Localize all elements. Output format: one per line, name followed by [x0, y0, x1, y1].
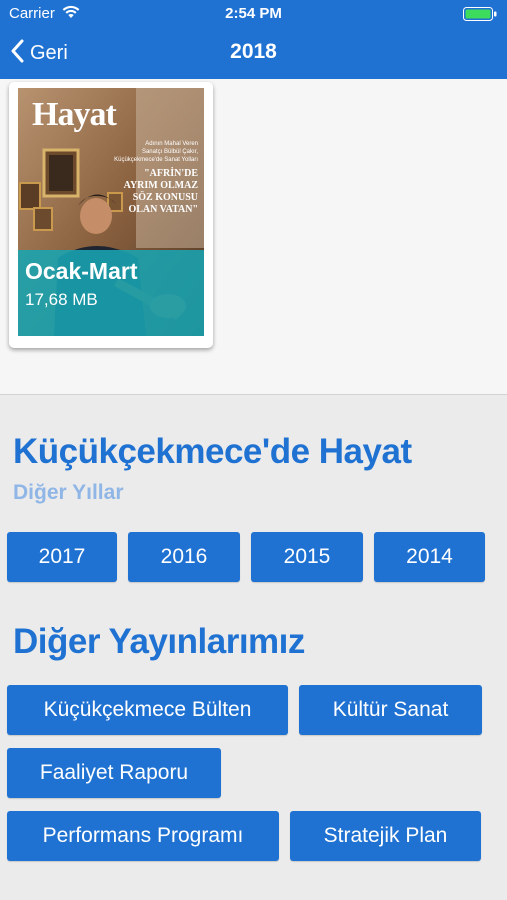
cover-logo: Hayat: [32, 96, 117, 133]
publication-button-stratejik-plan[interactable]: Stratejik Plan: [290, 811, 481, 861]
issue-card[interactable]: Hayat Adının Mahal Veren Sanatçı Bülbül …: [9, 82, 213, 348]
cover-headline-line: SÖZ KONUSU: [132, 192, 198, 203]
cover-tagline-line: Sanatçı Bülbül Çakır,: [141, 149, 198, 155]
other-years-subheading: Diğer Yıllar: [13, 481, 124, 504]
issue-title: Ocak-Mart: [25, 258, 138, 284]
cover-headline-line: OLAN VATAN": [128, 204, 198, 215]
year-button-2016[interactable]: 2016: [128, 532, 240, 582]
publication-button-kultur-sanat[interactable]: Kültür Sanat: [299, 685, 482, 735]
cover-headline-line: "AFRİN'DE: [144, 168, 198, 179]
magazine-heading: Küçükçekmece'de Hayat: [13, 432, 412, 471]
year-button-2014[interactable]: 2014: [374, 532, 485, 582]
issues-shelf: Hayat Adının Mahal Veren Sanatçı Bülbül …: [0, 79, 507, 395]
page-title: 2018: [230, 40, 277, 63]
year-button-2015[interactable]: 2015: [251, 532, 363, 582]
issue-file-size: 17,68 MB: [25, 290, 98, 309]
battery-icon: [463, 7, 497, 21]
status-time: 2:54 PM: [225, 5, 282, 22]
publications-heading: Diğer Yayınlarımız: [13, 622, 305, 661]
cover-tagline: Adının Mahal Veren Sanatçı Bülbül Çakır,…: [114, 140, 198, 164]
cover-headline-line: AYRIM OLMAZ: [123, 180, 198, 191]
publication-button-faaliyet-raporu[interactable]: Faaliyet Raporu: [7, 748, 221, 798]
publication-button-performans-programi[interactable]: Performans Programı: [7, 811, 279, 861]
publication-button-bulten[interactable]: Küçükçekmece Bülten: [7, 685, 288, 735]
year-button-2017[interactable]: 2017: [7, 532, 117, 582]
cover-tagline-line: Adının Mahal Veren: [145, 141, 198, 147]
issue-cover-image: Hayat Adının Mahal Veren Sanatçı Bülbül …: [18, 88, 204, 336]
cover-tagline-line: Küçükçekmece'de Sanat Yolları: [114, 157, 198, 163]
cover-headline: "AFRİN'DE AYRIM OLMAZ SÖZ KONUSU OLAN VA…: [124, 168, 198, 216]
status-bar: Carrier 2:54 PM: [0, 0, 507, 28]
navigation-bar: Geri 2018: [0, 28, 507, 79]
